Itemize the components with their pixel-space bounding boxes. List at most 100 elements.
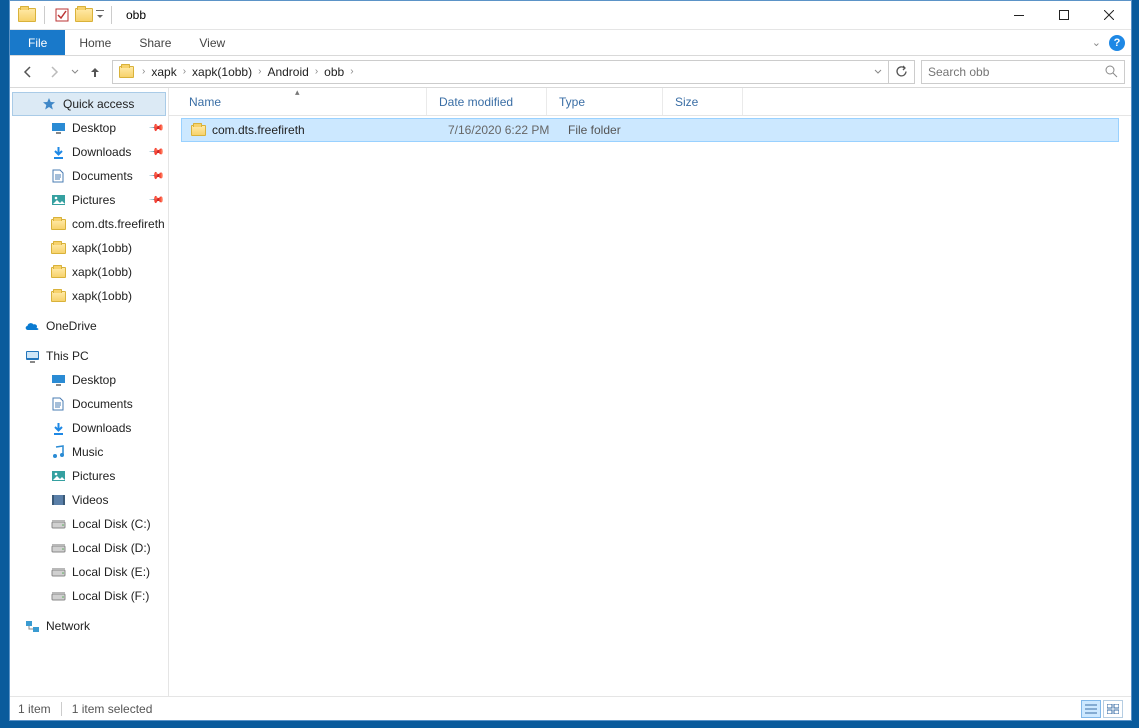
sidebar-item-label: Quick access: [63, 97, 134, 111]
column-header-date[interactable]: Date modified: [427, 88, 547, 115]
folder-icon: [190, 122, 206, 138]
sidebar-item-label: Desktop: [72, 373, 116, 387]
forward-button[interactable]: [42, 60, 66, 84]
close-button[interactable]: [1086, 1, 1131, 30]
search-input[interactable]: [928, 65, 1105, 79]
pictures-icon: [50, 468, 66, 484]
sidebar-item[interactable]: Documents📌: [10, 164, 168, 188]
sidebar-item[interactable]: Desktop: [10, 368, 168, 392]
file-name: com.dts.freefireth: [212, 123, 305, 137]
sidebar-item[interactable]: xapk(1obb): [10, 236, 168, 260]
status-bar: 1 item 1 item selected: [10, 696, 1131, 720]
music-icon: [50, 444, 66, 460]
sidebar-item-label: com.dts.freefireth: [72, 217, 165, 231]
sidebar-item[interactable]: Local Disk (D:): [10, 536, 168, 560]
sidebar-item-network[interactable]: Network: [10, 614, 168, 638]
sidebar-item[interactable]: Downloads📌: [10, 140, 168, 164]
chevron-right-icon[interactable]: ›: [181, 66, 188, 77]
ribbon-tabs: File Home Share View ⌄ ?: [10, 30, 1131, 56]
sidebar-item[interactable]: Local Disk (E:): [10, 560, 168, 584]
chevron-right-icon[interactable]: ›: [313, 66, 320, 77]
sidebar-item[interactable]: Downloads: [10, 416, 168, 440]
minimize-button[interactable]: [996, 1, 1041, 30]
file-row[interactable]: com.dts.freefireth7/16/2020 6:22 PMFile …: [181, 118, 1119, 142]
sidebar-item-quick-access[interactable]: Quick access: [12, 92, 166, 116]
search-icon[interactable]: [1105, 65, 1118, 78]
sidebar-item-label: xapk(1obb): [72, 289, 132, 303]
sidebar-item-label: xapk(1obb): [72, 265, 132, 279]
chevron-right-icon[interactable]: ›: [140, 66, 147, 77]
quick-access-icon: [41, 96, 57, 112]
pin-icon: 📌: [147, 144, 164, 161]
sidebar-item[interactable]: com.dts.freefireth: [10, 212, 168, 236]
back-button[interactable]: [16, 60, 40, 84]
pictures-icon: [50, 192, 66, 208]
disk-icon: [50, 564, 66, 580]
sidebar-item-label: Local Disk (C:): [72, 517, 151, 531]
sidebar-item[interactable]: Desktop📌: [10, 116, 168, 140]
desktop-icon: [50, 372, 66, 388]
column-header-size[interactable]: Size: [663, 88, 743, 115]
pin-icon: 📌: [147, 192, 164, 209]
tab-view[interactable]: View: [185, 30, 239, 55]
breadcrumb[interactable]: xapk(1obb): [188, 61, 256, 83]
thumbnails-view-button[interactable]: [1103, 700, 1123, 718]
qat-dropdown-icon[interactable]: [95, 4, 105, 26]
file-list[interactable]: com.dts.freefireth7/16/2020 6:22 PMFile …: [169, 116, 1131, 696]
sidebar-item[interactable]: xapk(1obb): [10, 260, 168, 284]
column-headers: ▴ Name Date modified Type Size: [169, 88, 1131, 116]
maximize-button[interactable]: [1041, 1, 1086, 30]
details-view-button[interactable]: [1081, 700, 1101, 718]
sidebar-item[interactable]: Pictures 📌: [10, 188, 168, 212]
address-bar[interactable]: › xapk › xapk(1obb) › Android › obb ›: [112, 60, 915, 84]
chevron-right-icon[interactable]: ›: [348, 66, 355, 77]
new-folder-icon[interactable]: [73, 4, 95, 26]
folder-icon: [16, 4, 38, 26]
folder-icon: [50, 288, 66, 304]
ribbon-expand-icon[interactable]: ⌄: [1092, 36, 1101, 49]
chevron-right-icon[interactable]: ›: [256, 66, 263, 77]
documents-icon: [50, 396, 66, 412]
network-group: Network: [10, 614, 168, 638]
sidebar-item-label: xapk(1obb): [72, 241, 132, 255]
up-button[interactable]: [84, 61, 106, 83]
sidebar-item[interactable]: Documents: [10, 392, 168, 416]
sidebar-item-this-pc[interactable]: This PC: [10, 344, 168, 368]
network-icon: [24, 618, 40, 634]
sidebar-item[interactable]: Pictures: [10, 464, 168, 488]
onedrive-group: OneDrive: [10, 314, 168, 338]
sidebar-item-label: Pictures: [72, 193, 115, 207]
pc-icon: [24, 348, 40, 364]
column-header-type[interactable]: Type: [547, 88, 663, 115]
folder-icon: [50, 216, 66, 232]
help-icon[interactable]: ?: [1109, 35, 1125, 51]
breadcrumb[interactable]: Android: [263, 61, 312, 83]
tab-home[interactable]: Home: [65, 30, 125, 55]
sidebar-item-label: Videos: [72, 493, 108, 507]
titlebar: obb: [10, 1, 1131, 30]
sidebar-item-label: Music: [72, 445, 103, 459]
navigation-bar: › xapk › xapk(1obb) › Android › obb ›: [10, 56, 1131, 88]
history-dropdown-icon[interactable]: [68, 68, 82, 76]
address-folder-icon: [113, 66, 140, 78]
refresh-button[interactable]: [888, 60, 914, 84]
properties-icon[interactable]: [51, 4, 73, 26]
sidebar-item[interactable]: xapk(1obb): [10, 284, 168, 308]
downloads-icon: [50, 144, 66, 160]
breadcrumb[interactable]: xapk: [147, 61, 180, 83]
sidebar-item-label: Downloads: [72, 421, 131, 435]
tab-file[interactable]: File: [10, 30, 65, 55]
breadcrumb[interactable]: obb: [320, 61, 348, 83]
sidebar-item-onedrive[interactable]: OneDrive: [10, 314, 168, 338]
address-dropdown-icon[interactable]: [868, 68, 888, 76]
window-title: obb: [126, 8, 146, 22]
file-date: 7/16/2020 6:22 PM: [440, 123, 560, 137]
sidebar-item[interactable]: Local Disk (F:): [10, 584, 168, 608]
tab-share[interactable]: Share: [125, 30, 185, 55]
sidebar-item[interactable]: Music: [10, 440, 168, 464]
sort-indicator-icon: ▴: [295, 87, 300, 98]
sidebar-item[interactable]: Videos: [10, 488, 168, 512]
sidebar-item[interactable]: Local Disk (C:): [10, 512, 168, 536]
sidebar-item-label: Desktop: [72, 121, 116, 135]
search-box[interactable]: [921, 60, 1125, 84]
